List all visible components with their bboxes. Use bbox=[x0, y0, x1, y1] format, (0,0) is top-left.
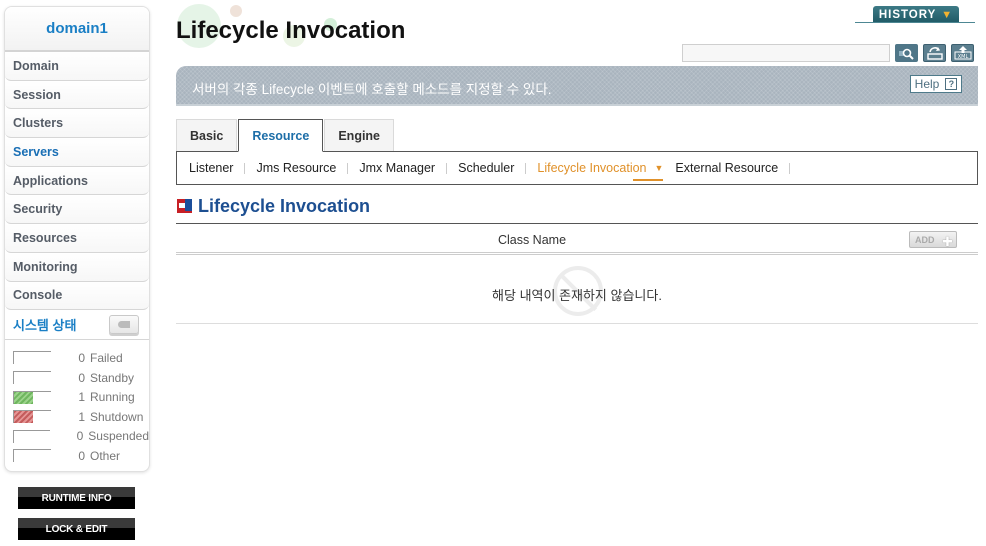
subnav-separator bbox=[244, 162, 246, 174]
status-label: Running bbox=[90, 390, 135, 405]
page-title: Lifecycle Invocation bbox=[176, 17, 406, 44]
subnav-separator bbox=[446, 162, 448, 174]
sidebar-item-applications[interactable]: Applications bbox=[5, 166, 149, 196]
status-count: 1 bbox=[78, 409, 85, 424]
status-count: 0 bbox=[78, 350, 85, 365]
status-row-shutdown: 1 Shutdown bbox=[5, 407, 149, 427]
section-title: Lifecycle Invocation bbox=[198, 196, 371, 216]
subnav-lifecycle-invocation[interactable]: Lifecycle Invocation ▼ bbox=[537, 161, 664, 181]
status-count: 1 bbox=[78, 390, 85, 405]
xml-export-icon: XML bbox=[954, 46, 971, 60]
sidebar-item-servers[interactable]: Servers bbox=[5, 138, 149, 167]
status-row-other: 0 Other bbox=[5, 446, 149, 466]
sidebar-panel: domain1 Domain Session Clusters Servers … bbox=[4, 6, 150, 472]
sidebar-item-security[interactable]: Security bbox=[5, 195, 149, 225]
domain-title[interactable]: domain1 bbox=[5, 7, 149, 52]
svg-text:XML: XML bbox=[957, 54, 968, 60]
refresh-button[interactable] bbox=[923, 44, 946, 62]
system-status-header: 시스템 상태 bbox=[5, 310, 149, 341]
banner-description: 서버의 각종 Lifecycle 이벤트에 호출할 메소드를 지정할 수 있다. bbox=[192, 82, 552, 97]
lock-edit-button[interactable]: LOCK & EDIT bbox=[18, 518, 135, 540]
status-row-suspended: 0 Suspended bbox=[5, 427, 149, 447]
sidebar-item-clusters[interactable]: Clusters bbox=[5, 109, 149, 139]
subnav-lifecycle-invocation-label: Lifecycle Invocation bbox=[537, 161, 647, 175]
history-label: HISTORY bbox=[878, 8, 937, 21]
history-button[interactable]: HISTORY ▼ bbox=[873, 6, 959, 23]
add-button[interactable]: ADD ✚ bbox=[909, 231, 957, 249]
status-bar-fill-shutdown bbox=[14, 411, 33, 424]
decorative-circle bbox=[230, 5, 242, 17]
subnav-jms-resource[interactable]: Jms Resource bbox=[256, 161, 336, 175]
caret-down-icon: ▼ bbox=[654, 163, 664, 173]
tab-bar: Basic Resource Engine bbox=[176, 119, 395, 152]
empty-message: 해당 내역이 존재하지 않습니다. bbox=[492, 288, 662, 303]
refresh-icon bbox=[926, 47, 943, 60]
status-bar bbox=[13, 410, 51, 424]
subnav-listener[interactable]: Listener bbox=[189, 161, 233, 175]
add-label: ADD bbox=[915, 234, 935, 245]
help-button[interactable]: Help ? bbox=[910, 75, 962, 93]
tab-engine[interactable]: Engine bbox=[324, 119, 395, 151]
status-bar bbox=[13, 449, 51, 463]
tab-basic[interactable]: Basic bbox=[176, 119, 238, 151]
sidebar-item-resources[interactable]: Resources bbox=[5, 224, 149, 253]
status-row-standby: 0 Standby bbox=[5, 368, 149, 388]
system-status-list: 0 Failed 0 Standby 1 Running 1 Shutdown … bbox=[5, 340, 149, 466]
subnav-separator bbox=[789, 162, 791, 174]
status-bar bbox=[13, 371, 51, 385]
help-icon: ? bbox=[945, 78, 958, 90]
subnav-separator bbox=[347, 162, 349, 174]
tab-resource[interactable]: Resource bbox=[238, 119, 324, 152]
status-bar bbox=[13, 429, 51, 443]
subnav-jmx-manager[interactable]: Jmx Manager bbox=[359, 161, 435, 175]
status-label: Suspended bbox=[88, 429, 149, 444]
table-header: Class Name ADD ✚ bbox=[176, 223, 978, 255]
history-divider bbox=[855, 22, 975, 23]
plus-icon: ✚ bbox=[942, 234, 953, 249]
status-label: Failed bbox=[90, 350, 123, 365]
sidebar-item-domain[interactable]: Domain bbox=[5, 52, 149, 81]
subnav-scheduler[interactable]: Scheduler bbox=[458, 161, 514, 175]
status-row-failed: 0 Failed bbox=[5, 348, 149, 368]
status-label: Other bbox=[90, 448, 121, 463]
status-row-running: 1 Running bbox=[5, 387, 149, 407]
sidebar-item-console[interactable]: Console bbox=[5, 281, 149, 311]
sidebar-item-monitoring[interactable]: Monitoring bbox=[5, 252, 149, 282]
status-label: Shutdown bbox=[90, 409, 144, 424]
status-chart-icon[interactable] bbox=[109, 315, 139, 335]
status-count: 0 bbox=[76, 429, 84, 444]
search-icon bbox=[898, 48, 914, 60]
column-class-name: Class Name bbox=[497, 233, 567, 247]
description-banner: 서버의 각종 Lifecycle 이벤트에 호출할 메소드를 지정할 수 있다.… bbox=[176, 66, 978, 106]
status-label: Standby bbox=[90, 370, 135, 385]
status-bar bbox=[13, 351, 51, 365]
empty-table-row: 해당 내역이 존재하지 않습니다. bbox=[176, 258, 978, 324]
search-button[interactable] bbox=[895, 44, 918, 62]
xml-export-button[interactable]: XML bbox=[951, 44, 974, 62]
status-bar-fill-running bbox=[14, 391, 33, 404]
help-label: Help bbox=[914, 77, 940, 91]
subnav-external-resource[interactable]: External Resource bbox=[675, 161, 778, 175]
chevron-down-icon: ▼ bbox=[941, 8, 954, 21]
search-input[interactable] bbox=[682, 44, 890, 62]
status-bar bbox=[13, 390, 51, 404]
runtime-info-button[interactable]: RUNTIME INFO bbox=[18, 487, 135, 509]
status-count: 0 bbox=[78, 370, 85, 385]
status-count: 0 bbox=[78, 448, 85, 463]
section-flag-icon bbox=[177, 199, 192, 213]
subnav-separator bbox=[525, 162, 527, 174]
resource-subnav: Listener Jms Resource Jmx Manager Schedu… bbox=[176, 151, 978, 185]
sidebar-item-session[interactable]: Session bbox=[5, 80, 149, 110]
system-status-title: 시스템 상태 bbox=[13, 318, 77, 334]
sidebar: domain1 Domain Session Clusters Servers … bbox=[4, 6, 150, 546]
